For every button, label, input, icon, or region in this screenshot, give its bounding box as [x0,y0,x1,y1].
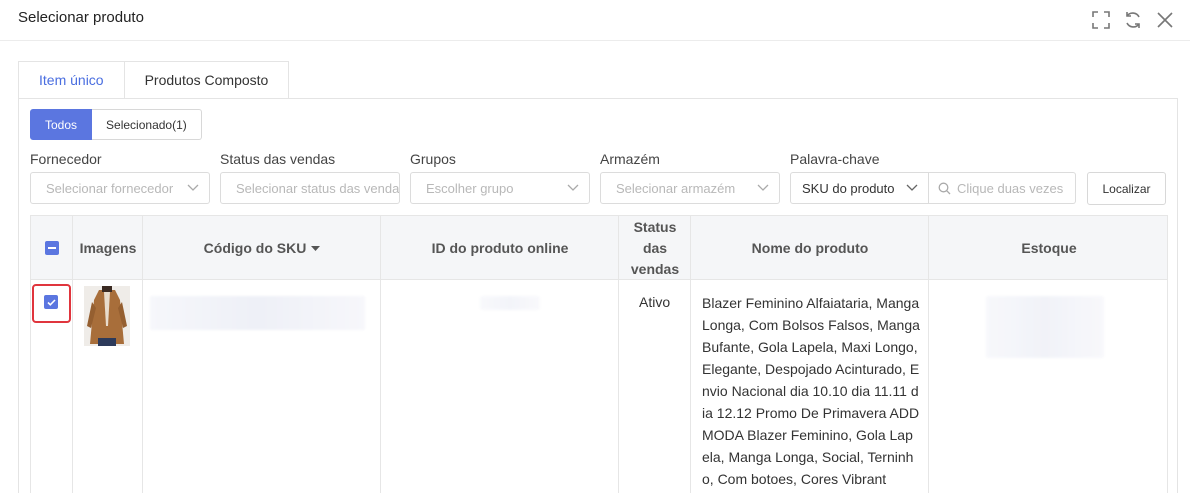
sales-status-filter: Status das vendas Selecionar status das … [220,151,400,204]
keyword-filter: Palavra-chave SKU do produto [790,151,929,204]
supplier-select[interactable]: Selecionar fornecedor [30,172,210,204]
fullscreen-icon[interactable] [1090,9,1112,31]
product-table: Imagens Código do SKU ID do produto onli… [30,215,1168,493]
supplier-filter: Fornecedor Selecionar fornecedor [30,151,210,204]
stock-redacted [986,296,1104,358]
dialog-header: Selecionar produto [0,0,1190,41]
column-header-online-id: ID do produto online [431,239,569,256]
keyword-input[interactable]: Clique duas vezes [928,172,1076,204]
supplier-label: Fornecedor [30,151,102,167]
column-header-sales-status: Status das vendas [630,218,680,277]
product-thumbnail[interactable] [84,286,130,346]
dialog-title: Selecionar produto [18,9,144,26]
warehouse-select[interactable]: Selecionar armazém [600,172,780,204]
chevron-down-icon [567,184,579,191]
tab-panel: Todos Selecionado(1) Fornecedor Selecion… [18,98,1178,493]
select-all-checkbox[interactable] [45,241,59,255]
groups-select[interactable]: Escolher grupo [410,172,590,204]
column-header-stock: Estoque [1021,239,1077,256]
selected-button[interactable]: Selecionado(1) [92,109,202,140]
sales-status-placeholder: Selecionar status das vendas [236,180,400,196]
sales-status-select[interactable]: Selecionar status das vendas [220,172,400,204]
minus-icon [48,247,56,249]
groups-filter: Grupos Escolher grupo [410,151,590,204]
row-checkbox[interactable] [44,295,58,309]
sort-down-icon [311,245,321,251]
chevron-down-icon [906,184,918,191]
sku-header-label: Código do SKU [203,239,307,256]
column-header-images: Imagens [79,239,137,256]
select-all-cell [31,216,73,280]
warehouse-placeholder: Selecionar armazém [616,180,736,196]
warehouse-filter: Armazém Selecionar armazém [600,151,780,204]
online-id-redacted [480,296,540,310]
keyword-label: Palavra-chave [790,151,880,167]
groups-label: Grupos [410,151,456,167]
row-product-name: Blazer Feminino Alfaiataria, Manga Longa… [702,295,920,487]
chevron-down-icon [187,184,199,191]
chevron-down-icon [757,184,769,191]
row-sales-status: Ativo [639,294,671,310]
checkmark-icon [46,298,56,306]
search-icon [938,182,951,194]
selection-filter-toggle: Todos Selecionado(1) [30,109,202,140]
tab-single-item[interactable]: Item único [18,61,125,99]
groups-placeholder: Escolher grupo [426,180,514,196]
close-icon[interactable] [1154,9,1176,31]
tab-bar: Item único Produtos Composto [18,61,290,99]
supplier-placeholder: Selecionar fornecedor [46,180,174,196]
column-header-sku[interactable]: Código do SKU [143,216,381,280]
sku-value-redacted [150,296,365,330]
tab-composite-products[interactable]: Produtos Composto [124,61,290,99]
sales-status-label: Status das vendas [220,151,336,167]
column-header-product-name: Nome do produto [751,239,869,256]
refresh-icon[interactable] [1122,9,1144,31]
keyword-placeholder: Clique duas vezes [957,180,1064,196]
header-actions [1090,9,1176,31]
search-button[interactable]: Localizar [1087,172,1166,205]
keyword-type-value: SKU do produto [802,180,895,196]
keyword-type-select[interactable]: SKU do produto [790,172,929,204]
all-button[interactable]: Todos [30,109,93,140]
warehouse-label: Armazém [600,151,660,167]
